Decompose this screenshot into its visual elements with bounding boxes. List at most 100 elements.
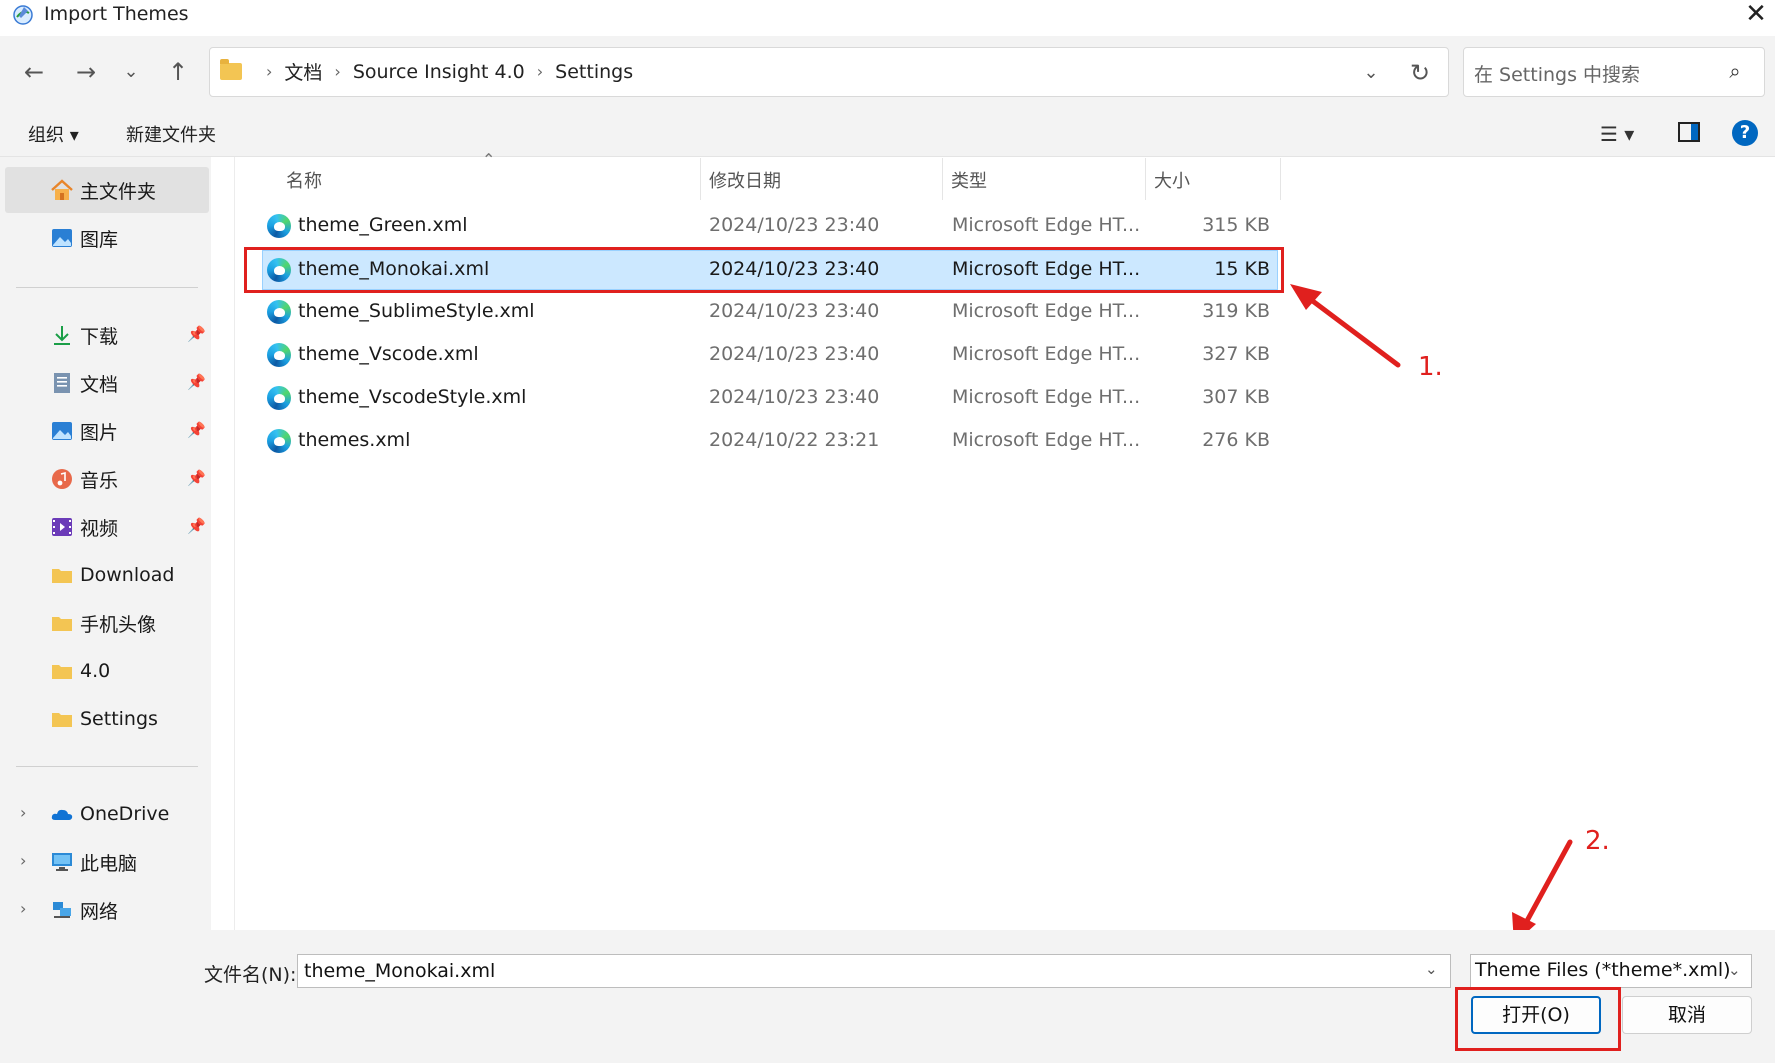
- cloud-icon: [51, 809, 73, 820]
- breadcrumb-separator: ›: [334, 62, 341, 81]
- file-date: 2024/10/23 23:40: [709, 214, 880, 236]
- cancel-button[interactable]: 取消: [1622, 996, 1752, 1034]
- file-type: Microsoft Edge HT...: [952, 343, 1141, 365]
- file-row[interactable]: theme_SublimeStyle.xml 2024/10/23 23:40 …: [262, 292, 1278, 332]
- close-icon[interactable]: ✕: [1738, 0, 1774, 30]
- edge-file-icon: [267, 429, 291, 453]
- breadcrumb: › 文档 › Source Insight 4.0 › Settings: [220, 58, 633, 85]
- view-options-icon[interactable]: ☰ ▾: [1600, 120, 1640, 148]
- network-icon: [53, 902, 71, 918]
- file-row[interactable]: themes.xml 2024/10/22 23:21 Microsoft Ed…: [262, 421, 1278, 461]
- breadcrumb-separator: ›: [536, 62, 544, 81]
- column-header-size[interactable]: 大小: [1154, 167, 1190, 193]
- column-separator[interactable]: [700, 158, 701, 200]
- sidebar-item-folder-avatar[interactable]: 手机头像: [50, 609, 156, 637]
- sidebar-item-folder-settings[interactable]: Settings: [50, 705, 158, 733]
- organize-button[interactable]: 组织 ▾: [28, 121, 79, 147]
- filetype-dropdown-chevron-icon[interactable]: ⌄: [1728, 961, 1741, 979]
- file-row[interactable]: theme_Green.xml 2024/10/23 23:40 Microso…: [262, 206, 1278, 246]
- file-name: theme_VscodeStyle.xml: [298, 386, 527, 408]
- up-arrow-icon[interactable]: ↑: [161, 55, 195, 89]
- breadcrumb-settings[interactable]: Settings: [555, 61, 633, 83]
- column-separator[interactable]: [1280, 158, 1281, 200]
- sidebar-item-videos[interactable]: 视频: [50, 513, 118, 541]
- video-icon: [52, 518, 72, 536]
- pin-icon[interactable]: 📌: [187, 373, 206, 391]
- music-icon: [52, 469, 72, 489]
- column-header-name[interactable]: 名称: [286, 167, 322, 193]
- search-icon[interactable]: ⌕: [1722, 58, 1748, 84]
- sidebar-item-label: OneDrive: [80, 803, 170, 825]
- column-header-type[interactable]: 类型: [951, 167, 987, 193]
- recent-locations-chevron-icon[interactable]: ⌄: [114, 55, 148, 89]
- column-separator[interactable]: [942, 158, 943, 200]
- preview-pane-icon[interactable]: [1678, 122, 1700, 142]
- file-size: 276 KB: [1202, 429, 1270, 451]
- file-type: Microsoft Edge HT...: [952, 214, 1141, 236]
- column-header-date[interactable]: 修改日期: [709, 167, 781, 193]
- help-icon[interactable]: ?: [1732, 120, 1758, 146]
- file-date: 2024/10/23 23:40: [709, 343, 880, 365]
- pane-divider[interactable]: [234, 157, 235, 930]
- annotation-step-1: 1.: [1418, 352, 1443, 382]
- sidebar-divider: [16, 287, 198, 288]
- file-row[interactable]: theme_VscodeStyle.xml 2024/10/23 23:40 M…: [262, 378, 1278, 418]
- sidebar-item-label: 手机头像: [80, 613, 157, 636]
- refresh-icon[interactable]: ↻: [1405, 58, 1435, 88]
- edge-file-icon: [267, 214, 291, 238]
- sidebar-item-folder-4-0[interactable]: 4.0: [50, 657, 110, 685]
- edge-file-icon: [267, 300, 291, 324]
- expand-chevron-icon[interactable]: ›: [20, 803, 26, 822]
- sidebar-item-music[interactable]: 音乐: [50, 465, 118, 493]
- sidebar-item-onedrive[interactable]: OneDrive: [50, 800, 169, 828]
- file-date: 2024/10/22 23:21: [709, 429, 880, 451]
- file-row[interactable]: theme_Vscode.xml 2024/10/23 23:40 Micros…: [262, 335, 1278, 375]
- file-name: theme_SublimeStyle.xml: [298, 300, 535, 322]
- sidebar-item-label: 4.0: [80, 660, 111, 682]
- sidebar-item-this-pc[interactable]: 此电脑: [50, 848, 137, 876]
- filename-dropdown-chevron-icon[interactable]: ⌄: [1425, 960, 1438, 978]
- pin-icon[interactable]: 📌: [187, 517, 206, 535]
- pictures-icon: [52, 422, 72, 440]
- sidebar-item-documents[interactable]: 文档: [50, 369, 118, 397]
- sidebar-item-folder-download[interactable]: Download: [50, 561, 174, 589]
- forward-arrow-icon[interactable]: →: [69, 55, 103, 89]
- file-size: 319 KB: [1202, 300, 1270, 322]
- breadcrumb-documents[interactable]: 文档: [284, 58, 322, 85]
- sidebar-item-gallery[interactable]: 图库: [50, 224, 118, 252]
- pin-icon[interactable]: 📌: [187, 421, 206, 439]
- sidebar-item-downloads[interactable]: 下载: [50, 321, 118, 349]
- title-bar: [0, 0, 1775, 36]
- window-title: Import Themes: [44, 3, 189, 25]
- new-folder-button[interactable]: 新建文件夹: [126, 121, 216, 147]
- sidebar-item-label: 网络: [80, 900, 119, 923]
- download-icon: [54, 326, 70, 345]
- sidebar-item-label: Download: [80, 564, 175, 586]
- expand-chevron-icon[interactable]: ›: [20, 851, 26, 870]
- annotation-step-2: 2.: [1585, 826, 1610, 856]
- folder-icon: [52, 713, 72, 727]
- edge-file-icon: [267, 343, 291, 367]
- filename-input[interactable]: [297, 954, 1451, 988]
- sidebar-item-label: 图片: [80, 421, 119, 444]
- column-separator[interactable]: [1145, 158, 1146, 200]
- sidebar-item-label: 视频: [80, 517, 119, 540]
- sidebar-item-home[interactable]: 主文件夹: [50, 176, 156, 204]
- sidebar-item-label: 图库: [80, 228, 119, 251]
- breadcrumb-source-insight[interactable]: Source Insight 4.0: [353, 61, 525, 83]
- filename-label: 文件名(N):: [204, 964, 297, 986]
- file-name: theme_Green.xml: [298, 214, 468, 236]
- file-type: Microsoft Edge HT...: [952, 429, 1141, 451]
- file-date: 2024/10/23 23:40: [709, 386, 880, 408]
- sidebar-item-network[interactable]: 网络: [50, 896, 118, 924]
- file-date: 2024/10/23 23:40: [709, 300, 880, 322]
- sidebar-item-label: 主文件夹: [80, 180, 157, 203]
- back-arrow-icon[interactable]: ←: [17, 55, 51, 89]
- expand-chevron-icon[interactable]: ›: [20, 899, 26, 918]
- filetype-select[interactable]: Theme Files (*theme*.xml): [1470, 954, 1752, 988]
- address-dropdown-chevron-icon[interactable]: ⌄: [1357, 60, 1385, 86]
- pin-icon[interactable]: 📌: [187, 325, 206, 343]
- annotation-highlight-box: [244, 247, 1284, 293]
- sidebar-item-pictures[interactable]: 图片: [50, 417, 118, 445]
- pin-icon[interactable]: 📌: [187, 469, 206, 487]
